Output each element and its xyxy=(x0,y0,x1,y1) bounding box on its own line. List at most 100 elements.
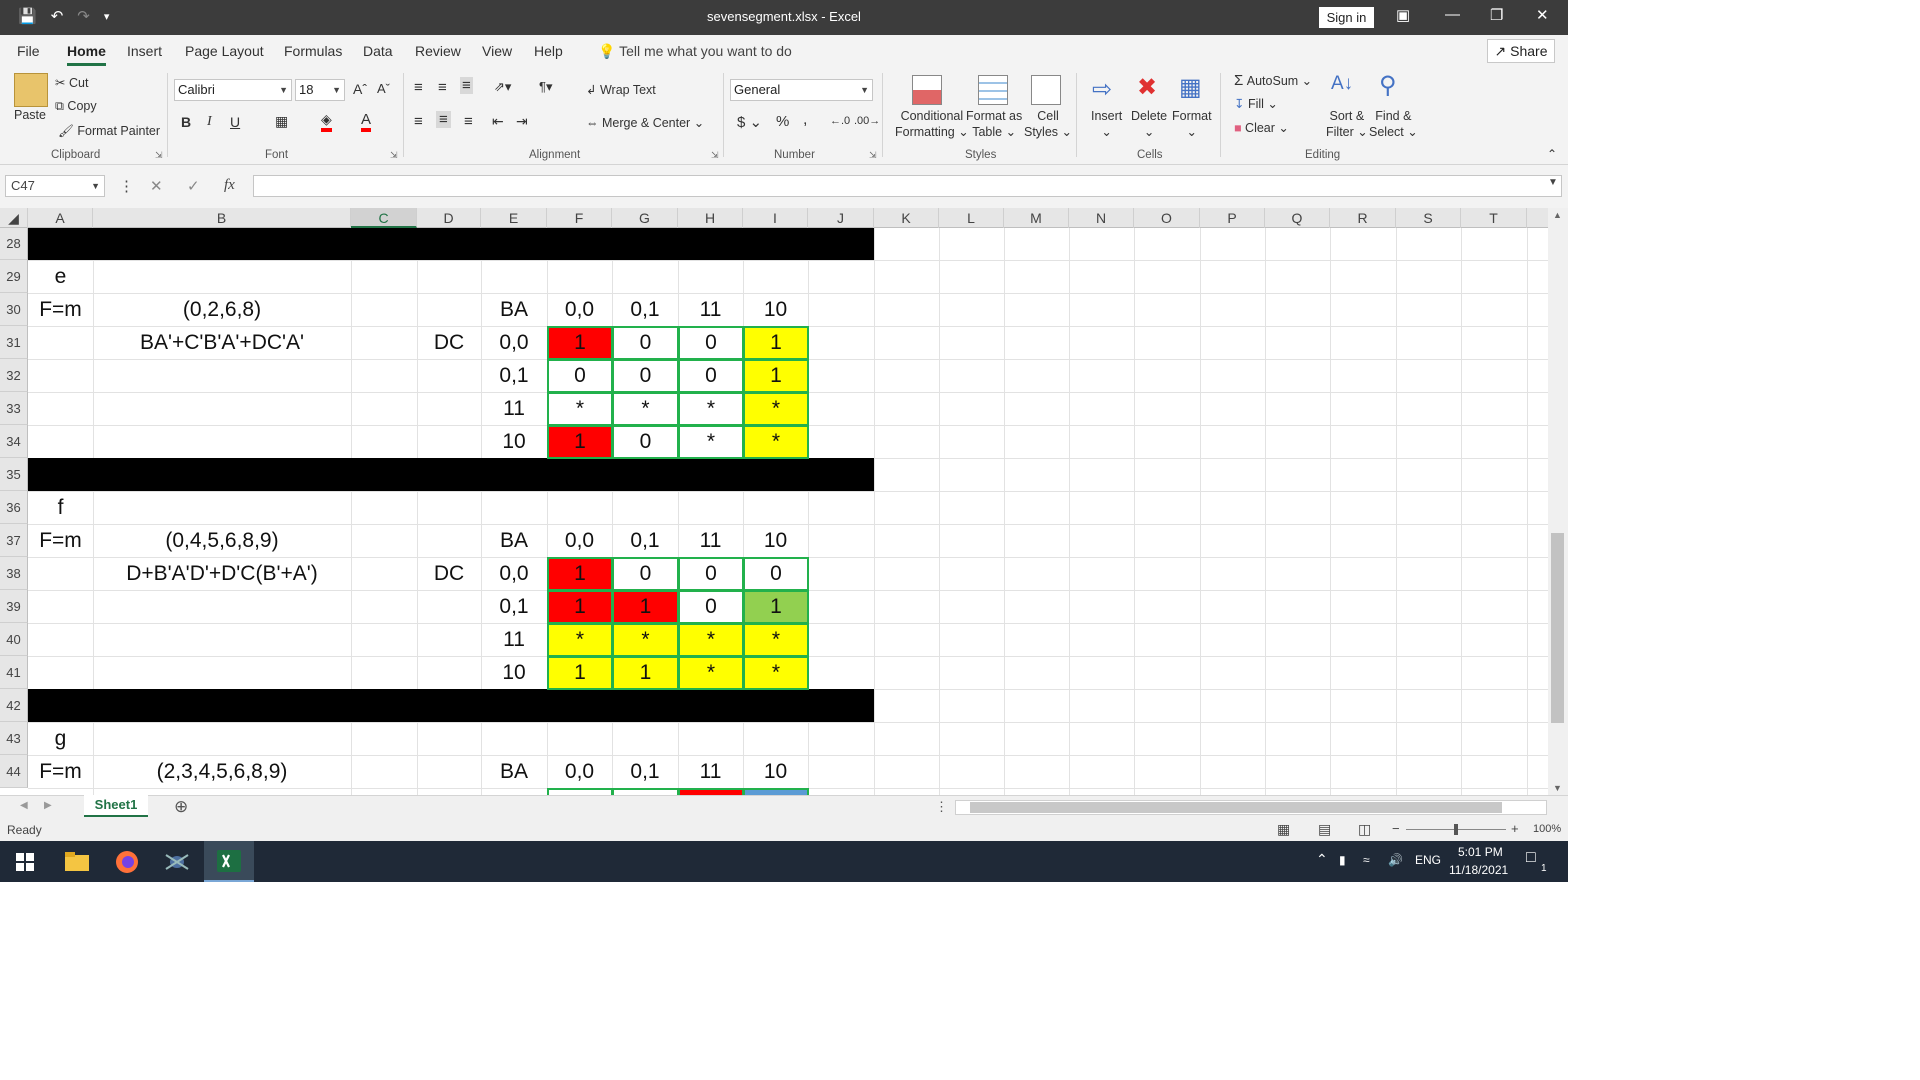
zoom-out-icon[interactable]: − xyxy=(1392,821,1400,836)
wrap-text-button[interactable]: ↲ Wrap Text xyxy=(586,82,656,97)
simplified-expression[interactable]: BA'+C'B'A'+DC'A' xyxy=(93,326,351,359)
formula-input[interactable] xyxy=(253,175,1562,197)
decrease-font-icon[interactable]: Aˇ xyxy=(377,81,390,96)
kmap-col-header[interactable]: 11 xyxy=(678,524,743,557)
name-box[interactable]: C47 ▼ xyxy=(5,175,105,197)
insert-cells-button[interactable]: Insert ⌄ xyxy=(1091,108,1122,140)
column-header-i[interactable]: I xyxy=(743,208,808,228)
cell-styles-button[interactable]: Cell Styles ⌄ xyxy=(1024,108,1072,140)
row-header-33[interactable]: 33 xyxy=(0,392,28,425)
clock-time[interactable]: 5:01 PM xyxy=(1458,845,1503,859)
align-middle-icon[interactable]: ≡ xyxy=(438,79,447,96)
page-break-view-icon[interactable]: ◫ xyxy=(1358,821,1371,838)
column-header-c[interactable]: C xyxy=(351,208,417,228)
kmap-cell[interactable]: * xyxy=(678,623,744,657)
select-all-icon[interactable]: ◢ xyxy=(0,208,28,228)
kmap-cell[interactable] xyxy=(743,788,809,795)
currency-button[interactable]: $ ⌄ xyxy=(737,113,762,131)
column-header-h[interactable]: H xyxy=(678,208,743,228)
text-direction-icon[interactable]: ¶▾ xyxy=(539,79,553,95)
tab-view[interactable]: View xyxy=(482,43,512,59)
ba-label[interactable]: BA xyxy=(481,755,547,788)
conditional-formatting-button[interactable]: Conditional Formatting ⌄ xyxy=(895,108,969,140)
kmap-row-header[interactable]: 0,1 xyxy=(481,359,547,392)
decrease-indent-icon[interactable]: ⇤ xyxy=(492,113,504,130)
column-header-l[interactable]: L xyxy=(939,208,1004,228)
kmap-cell[interactable]: 1 xyxy=(547,326,613,360)
tab-help[interactable]: Help xyxy=(534,43,563,59)
font-launcher-icon[interactable]: ⇲ xyxy=(390,150,398,161)
insert-cells-icon[interactable]: ⇨ xyxy=(1092,75,1112,104)
tab-file[interactable]: File xyxy=(17,43,40,59)
expand-formula-icon[interactable]: ▼ xyxy=(1548,177,1558,188)
kmap-cell[interactable]: 1 xyxy=(612,590,679,624)
kmap-cell[interactable]: 0 xyxy=(678,359,744,393)
column-header-d[interactable]: D xyxy=(417,208,481,228)
kmap-cell[interactable]: 1 xyxy=(547,590,613,624)
minterms-list[interactable]: (0,4,5,6,8,9) xyxy=(93,524,351,557)
notifications-icon[interactable]: □ xyxy=(1526,849,1536,867)
tab-data[interactable]: Data xyxy=(363,43,393,59)
row-header-37[interactable]: 37 xyxy=(0,524,28,557)
column-header-s[interactable]: S xyxy=(1396,208,1461,228)
fill-button[interactable]: ↧ Fill ⌄ xyxy=(1234,96,1278,111)
file-explorer-icon[interactable] xyxy=(52,841,102,882)
zoom-slider-handle[interactable] xyxy=(1454,824,1458,835)
fm-label[interactable]: F=m xyxy=(28,755,93,788)
increase-decimal-icon[interactable]: ←.0 xyxy=(830,115,850,127)
kmap-cell[interactable]: 1 xyxy=(743,359,809,393)
row-header-30[interactable]: 30 xyxy=(0,293,28,326)
dc-label[interactable]: DC xyxy=(417,557,481,590)
cancel-icon[interactable]: ✕ xyxy=(150,177,163,195)
simplified-expression[interactable]: D+B'A'D'+D'C(B'+A') xyxy=(93,557,351,590)
column-header-q[interactable]: Q xyxy=(1265,208,1330,228)
windows-start-icon[interactable] xyxy=(0,841,50,882)
kmap-col-header[interactable]: 0,1 xyxy=(612,524,678,557)
segment-letter-g[interactable]: g xyxy=(28,722,93,755)
kmap-cell[interactable]: 0 xyxy=(678,557,744,591)
battery-icon[interactable]: ▮ xyxy=(1339,853,1346,867)
column-header-m[interactable]: M xyxy=(1004,208,1069,228)
language-indicator[interactable]: ENG xyxy=(1415,853,1441,867)
column-header-r[interactable]: R xyxy=(1330,208,1396,228)
cell-styles-icon[interactable] xyxy=(1031,75,1061,105)
kmap-cell[interactable]: * xyxy=(678,656,744,690)
orientation-icon[interactable]: ⇗▾ xyxy=(494,79,511,95)
tell-me-search[interactable]: 💡 Tell me what you want to do xyxy=(598,43,792,60)
horizontal-scroll-thumb[interactable] xyxy=(970,802,1502,813)
restore-icon[interactable]: ❐ xyxy=(1490,6,1503,24)
enter-icon[interactable]: ✓ xyxy=(187,177,200,195)
kmap-cell[interactable]: * xyxy=(612,623,679,657)
prev-sheet-icon[interactable]: ◀ xyxy=(20,800,28,811)
fm-label[interactable]: F=m xyxy=(28,524,93,557)
align-bottom-icon[interactable]: ≡ xyxy=(460,77,473,94)
kmap-cell[interactable]: * xyxy=(743,623,809,657)
split-handle-icon[interactable]: ⋮ xyxy=(935,799,948,815)
align-center-icon[interactable]: ≡ xyxy=(436,111,451,128)
row-header-34[interactable]: 34 xyxy=(0,425,28,458)
format-cells-icon[interactable]: ▦ xyxy=(1179,73,1202,102)
kmap-row-header[interactable]: 0,0 xyxy=(481,557,547,590)
row-header-42[interactable]: 42 xyxy=(0,689,28,722)
copy-button[interactable]: ⧉ Copy xyxy=(55,99,97,114)
kmap-cell[interactable]: 0 xyxy=(547,359,613,393)
kmap-col-header[interactable]: 0,0 xyxy=(547,293,612,326)
clear-button[interactable]: ■ Clear ⌄ xyxy=(1234,120,1289,135)
paste-icon[interactable] xyxy=(14,73,48,107)
row-header-38[interactable]: 38 xyxy=(0,557,28,590)
kmap-cell[interactable]: 1 xyxy=(743,590,809,624)
autosum-button[interactable]: Σ AutoSum ⌄ xyxy=(1234,72,1312,89)
row-header-28[interactable]: 28 xyxy=(0,228,28,260)
kmap-col-header[interactable]: 10 xyxy=(743,755,808,788)
scroll-up-icon[interactable]: ▲ xyxy=(1553,210,1562,220)
sign-in-button[interactable]: Sign in xyxy=(1319,7,1374,28)
column-header-f[interactable]: F xyxy=(547,208,612,228)
kmap-cell[interactable]: 1 xyxy=(743,326,809,360)
more-options-icon[interactable]: ⋮ xyxy=(119,177,134,195)
page-layout-view-icon[interactable]: ▤ xyxy=(1318,821,1331,838)
comma-button[interactable]: , xyxy=(803,111,807,129)
minimize-icon[interactable]: — xyxy=(1445,6,1460,23)
format-as-table-button[interactable]: Format as Table ⌄ xyxy=(966,108,1022,140)
italic-button[interactable]: I xyxy=(207,114,212,130)
align-top-icon[interactable]: ≡ xyxy=(414,79,423,96)
